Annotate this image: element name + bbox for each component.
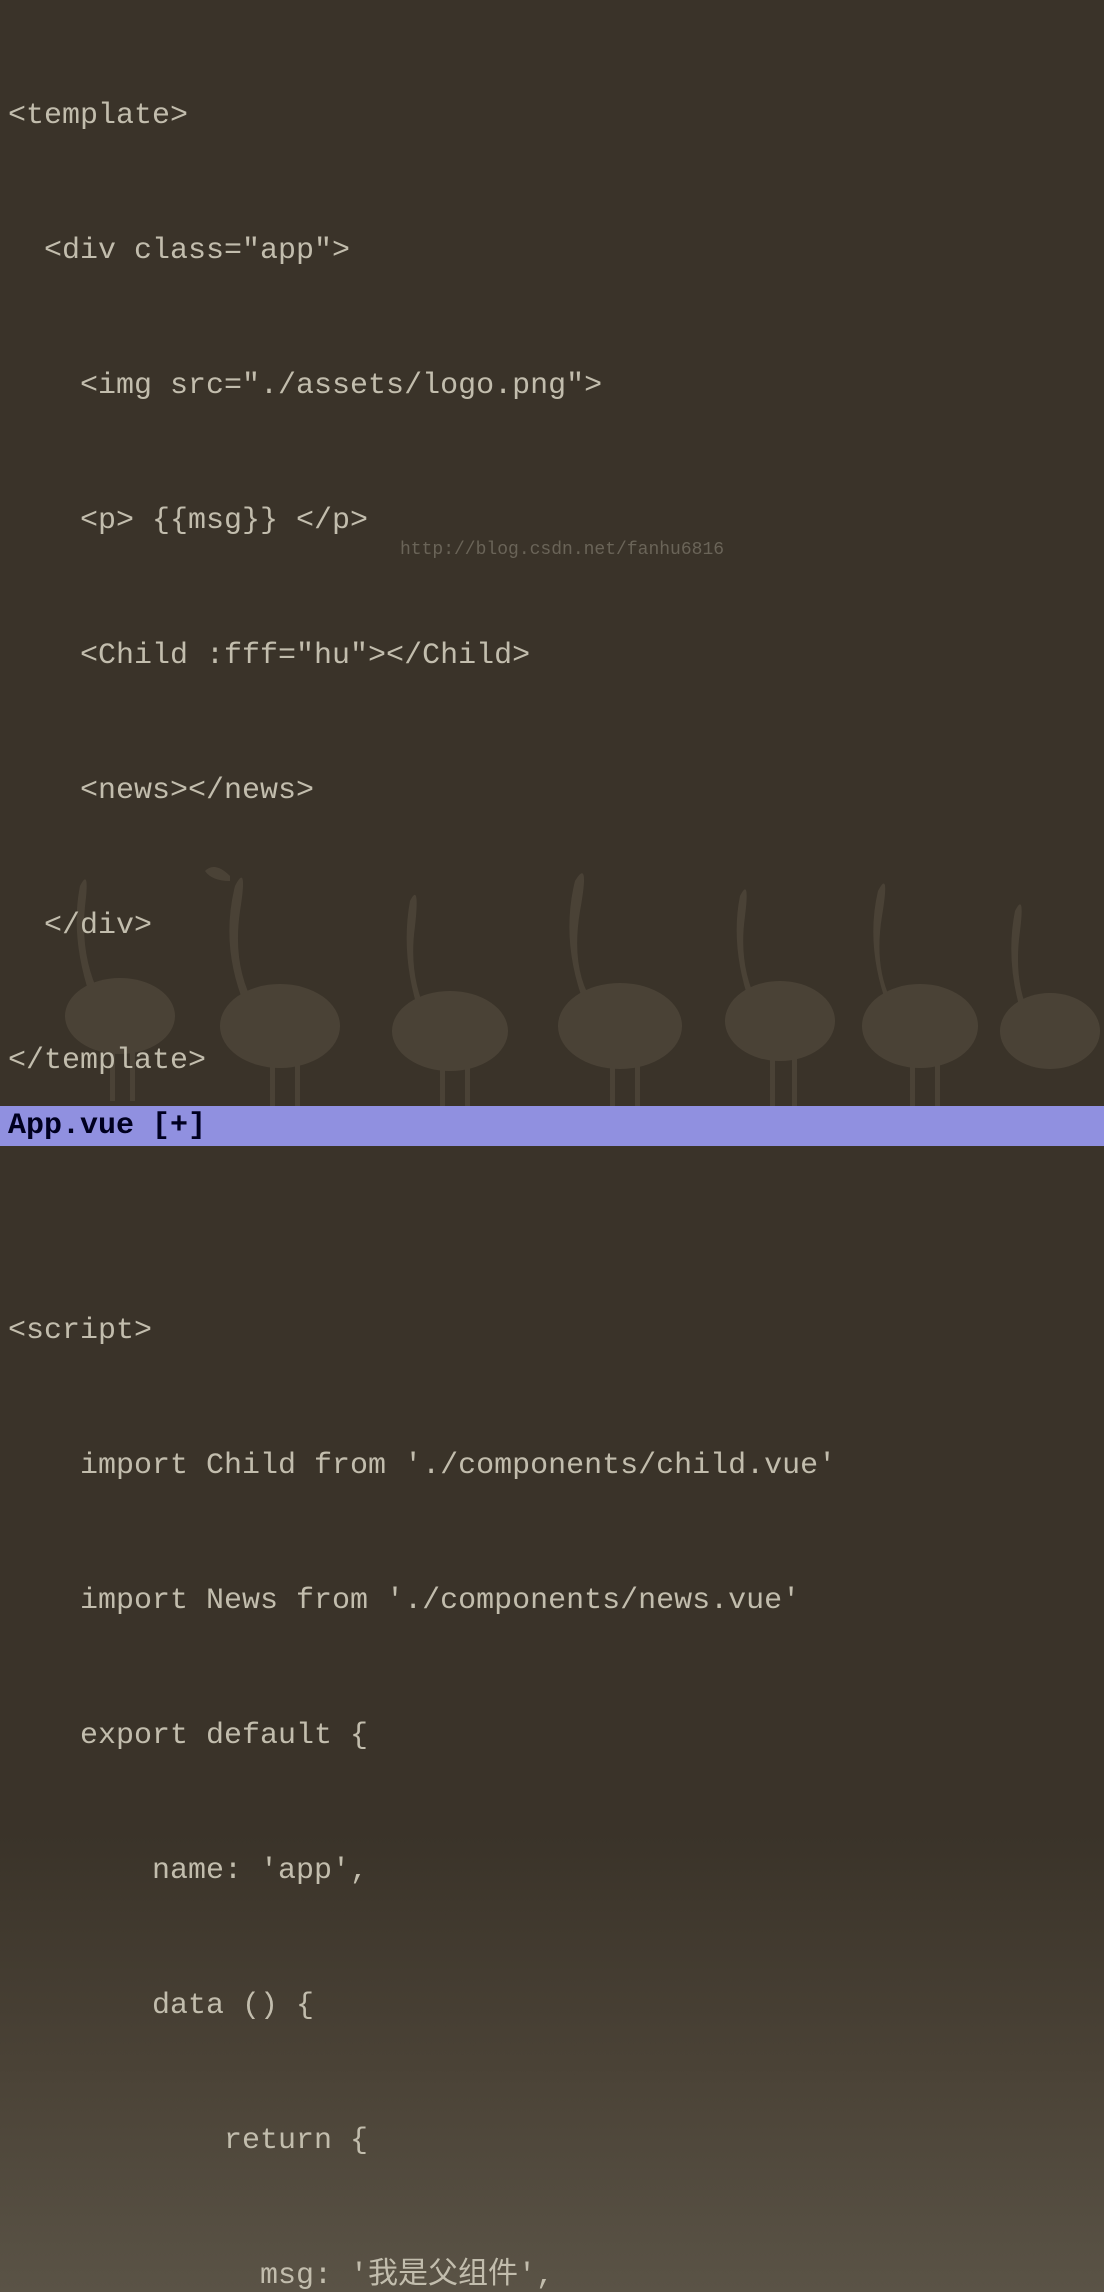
code-line: data () { [8, 1984, 1096, 2029]
code-line: import News from './components/news.vue' [8, 1579, 1096, 1624]
status-filename: App.vue [8, 1109, 134, 1143]
code-line: <img src="./assets/logo.png"> [8, 364, 1096, 409]
code-line: <div class="app"> [8, 229, 1096, 274]
status-modified-indicator: [+] [152, 1109, 206, 1143]
code-line [8, 1174, 1096, 1219]
code-editor-content[interactable]: <template> <div class="app"> <img src=".… [0, 0, 1104, 2292]
code-line: <news></news> [8, 769, 1096, 814]
code-line: export default { [8, 1714, 1096, 1759]
code-line: <p> {{msg}} </p> [8, 499, 1096, 544]
code-line: </div> [8, 904, 1096, 949]
code-line: <template> [8, 94, 1096, 139]
vim-status-bar: App.vue [+] [0, 1106, 1104, 1146]
code-line: import Child from './components/child.vu… [8, 1444, 1096, 1489]
code-line: </template> [8, 1039, 1096, 1084]
code-line: name: 'app', [8, 1849, 1096, 1894]
code-line: <script> [8, 1309, 1096, 1354]
code-line: return { [8, 2119, 1096, 2164]
watermark-text: http://blog.csdn.net/fanhu6816 [400, 540, 724, 560]
code-line: <Child :fff="hu"></Child> [8, 634, 1096, 679]
code-line: msg: '我是父组件', [8, 2254, 1096, 2292]
